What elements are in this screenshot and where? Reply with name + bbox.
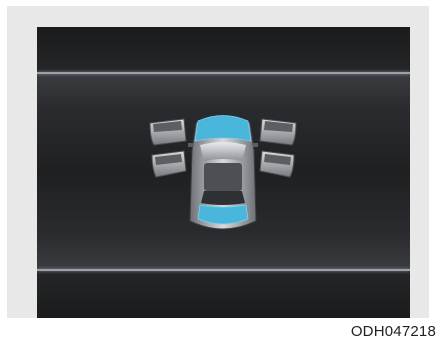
car-top-view-icon (149, 115, 297, 230)
bottom-divider (37, 269, 410, 271)
windshield (200, 142, 246, 161)
right-mirror (253, 143, 258, 147)
left-mirror (188, 143, 193, 147)
display-top-band (37, 27, 410, 72)
roof (204, 163, 242, 191)
rear-right-door-icon (259, 150, 295, 178)
rear-window (201, 191, 245, 205)
display-bottom-band (37, 271, 410, 318)
hood-highlight (194, 115, 252, 142)
cluster-display (37, 27, 410, 318)
rear-left-door-icon (151, 150, 187, 178)
front-right-door-icon (259, 118, 297, 146)
trunk-highlight (197, 204, 249, 225)
figure-code: ODH047218 (350, 323, 436, 340)
top-divider (37, 72, 410, 74)
door-open-warning (148, 111, 298, 241)
front-left-door-icon (149, 118, 187, 146)
